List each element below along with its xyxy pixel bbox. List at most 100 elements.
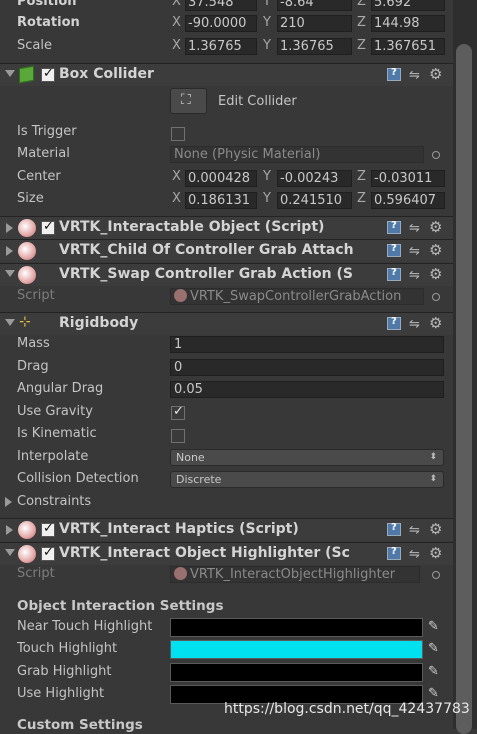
- position-row: Position X 37.548 Y -8.64 Z 5.692: [0, 0, 453, 12]
- size-y-field[interactable]: 0.241510: [277, 192, 352, 209]
- gear-icon[interactable]: ⚙: [429, 520, 442, 538]
- header-icons: ⇋ ⚙: [387, 218, 449, 236]
- foldout-arrow-icon[interactable]: [5, 270, 15, 277]
- preset-icon[interactable]: ⇋: [409, 547, 420, 562]
- component-title: VRTK_Interact Object Highlighter (Sc: [59, 545, 350, 561]
- center-x-field[interactable]: 0.000428: [185, 170, 257, 187]
- help-book-icon[interactable]: [387, 267, 401, 281]
- gear-icon[interactable]: ⚙: [429, 65, 442, 83]
- axis-z-label: Z: [357, 191, 366, 206]
- preset-icon[interactable]: ⇋: [409, 268, 420, 283]
- scale-x-field[interactable]: 1.36765: [185, 38, 257, 55]
- gear-icon[interactable]: ⚙: [429, 544, 442, 562]
- edit-collider-button[interactable]: ⛶: [170, 88, 207, 114]
- header-icons: ⇋ ⚙: [387, 520, 449, 538]
- box-collider-header[interactable]: ✓ Box Collider ⇋ ⚙: [0, 63, 453, 86]
- preset-icon[interactable]: ⇋: [409, 523, 420, 538]
- object-picker-icon: [432, 571, 440, 579]
- gear-icon[interactable]: ⚙: [429, 265, 442, 283]
- near-touch-highlight-label: Near Touch Highlight: [17, 619, 153, 634]
- drag-field[interactable]: 0: [170, 359, 444, 376]
- axis-y-label: Y: [263, 191, 271, 206]
- rotation-y-field[interactable]: 210: [277, 15, 352, 32]
- swap-grab-action-header[interactable]: VRTK_Swap Controller Grab Action (S ⇋ ⚙: [0, 263, 453, 286]
- scale-y-field[interactable]: 1.36765: [277, 38, 352, 55]
- script-icon: [174, 289, 187, 302]
- center-y-field[interactable]: -0.00243: [277, 170, 352, 187]
- grab-highlight-color[interactable]: [170, 663, 423, 682]
- constraints-label[interactable]: Constraints: [17, 494, 91, 509]
- enable-checkbox[interactable]: ✓: [41, 66, 55, 82]
- preset-icon[interactable]: ⇋: [409, 68, 420, 83]
- interpolate-label: Interpolate: [17, 449, 89, 464]
- rotation-z-field[interactable]: 144.98: [371, 15, 445, 32]
- foldout-arrow-icon[interactable]: [5, 549, 15, 556]
- is-trigger-checkbox[interactable]: [171, 127, 185, 141]
- highlighter-script-field: VRTK_InteractObjectHighlighter: [170, 566, 420, 583]
- preset-icon[interactable]: ⇋: [409, 244, 420, 259]
- size-z-field[interactable]: 0.596407: [371, 192, 445, 209]
- axis-z-label: Z: [357, 38, 366, 53]
- near-touch-highlight-color[interactable]: [170, 618, 423, 637]
- use-gravity-checkbox[interactable]: ✓: [171, 404, 185, 420]
- mass-field[interactable]: 1: [170, 336, 444, 353]
- dropdown-arrow-icon: ⬍: [429, 452, 437, 462]
- enable-checkbox[interactable]: ✓: [41, 219, 55, 235]
- is-kinematic-label: Is Kinematic: [17, 426, 97, 441]
- axis-x-label: X: [172, 15, 181, 30]
- object-picker-icon[interactable]: [432, 151, 440, 159]
- help-book-icon[interactable]: [387, 67, 401, 81]
- help-book-icon[interactable]: [387, 220, 401, 234]
- rigidbody-header[interactable]: ⊹ Rigidbody ⇋ ⚙: [0, 312, 453, 335]
- gear-icon[interactable]: ⚙: [429, 314, 442, 332]
- axis-y-label: Y: [263, 15, 271, 30]
- eyedropper-icon[interactable]: ✎: [428, 664, 439, 679]
- enable-checkbox[interactable]: ✓: [41, 545, 55, 561]
- script-name: VRTK_InteractObjectHighlighter: [190, 567, 396, 582]
- foldout-arrow-icon[interactable]: [6, 246, 13, 256]
- script-name: VRTK_SwapControllerGrabAction: [190, 289, 402, 304]
- foldout-arrow-icon[interactable]: [5, 319, 15, 326]
- is-kinematic-checkbox[interactable]: [171, 429, 185, 443]
- enable-checkbox[interactable]: ✓: [41, 521, 55, 537]
- position-z-field[interactable]: 5.692: [371, 0, 445, 11]
- help-book-icon[interactable]: [387, 316, 401, 330]
- foldout-arrow-icon[interactable]: [6, 223, 13, 233]
- gear-icon[interactable]: ⚙: [429, 218, 442, 236]
- scale-z-field[interactable]: 1.367651: [371, 38, 445, 55]
- preset-icon[interactable]: ⇋: [409, 317, 420, 332]
- interactable-object-header[interactable]: ✓ VRTK_Interactable Object (Script) ⇋ ⚙: [0, 216, 453, 239]
- interpolate-dropdown[interactable]: None ⬍: [170, 449, 444, 466]
- eyedropper-icon[interactable]: ✎: [428, 686, 439, 701]
- mass-label: Mass: [17, 336, 50, 351]
- position-x-field[interactable]: 37.548: [185, 0, 257, 11]
- eyedropper-icon[interactable]: ✎: [428, 619, 439, 634]
- interact-haptics-header[interactable]: ✓ VRTK_Interact Haptics (Script) ⇋ ⚙: [0, 518, 453, 541]
- inspector-scrollbar[interactable]: [453, 0, 477, 734]
- foldout-arrow-icon[interactable]: [6, 525, 13, 535]
- touch-highlight-color[interactable]: [170, 640, 423, 659]
- child-grab-attach-header[interactable]: VRTK_Child Of Controller Grab Attach ⇋ ⚙: [0, 239, 453, 262]
- material-field[interactable]: None (Physic Material): [170, 146, 424, 163]
- eyedropper-icon[interactable]: ✎: [428, 641, 439, 656]
- object-highlighter-header[interactable]: ✓ VRTK_Interact Object Highlighter (Sc ⇋…: [0, 542, 453, 565]
- angular-drag-field[interactable]: 0.05: [170, 381, 444, 398]
- help-book-icon[interactable]: [387, 522, 401, 536]
- size-label: Size: [17, 191, 44, 206]
- foldout-arrow-icon[interactable]: [5, 70, 15, 77]
- gear-icon[interactable]: ⚙: [429, 241, 442, 259]
- collision-detection-label: Collision Detection: [17, 471, 139, 486]
- collision-detection-dropdown[interactable]: Discrete ⬍: [170, 471, 444, 488]
- grab-highlight-label: Grab Highlight: [17, 664, 112, 679]
- position-y-field[interactable]: -8.64: [277, 0, 352, 11]
- constraints-foldout-icon[interactable]: [5, 497, 12, 507]
- rotation-x-field[interactable]: -90.0000: [185, 15, 257, 32]
- preset-icon[interactable]: ⇋: [409, 221, 420, 236]
- center-z-field[interactable]: -0.03011: [371, 170, 445, 187]
- scrollbar-thumb[interactable]: [456, 44, 472, 734]
- help-book-icon[interactable]: [387, 243, 401, 257]
- component-title: Box Collider: [59, 66, 154, 82]
- help-book-icon[interactable]: [387, 546, 401, 560]
- size-x-field[interactable]: 0.186131: [185, 192, 257, 209]
- angular-drag-label: Angular Drag: [17, 381, 104, 396]
